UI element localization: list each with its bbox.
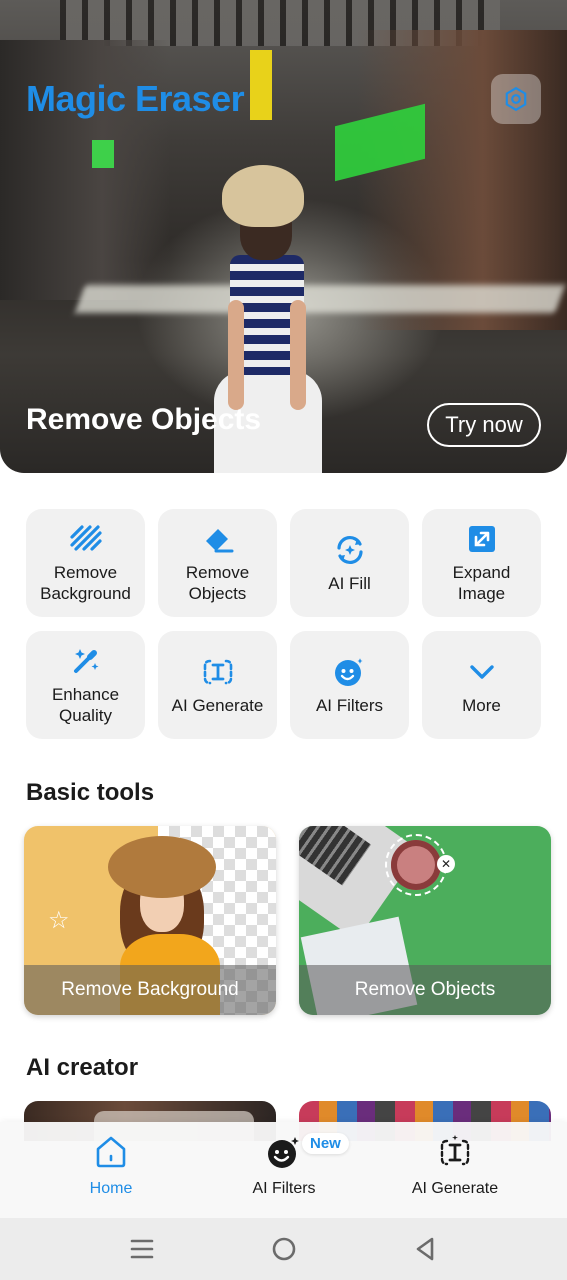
- hero-photo-light: [92, 140, 114, 168]
- nav-item-home[interactable]: Home: [36, 1122, 186, 1218]
- app-title: Magic Eraser: [26, 78, 245, 119]
- chevron-down-icon: [465, 655, 499, 689]
- tool-label: AI Filters: [315, 695, 384, 715]
- stripes-icon: [69, 522, 103, 556]
- bottom-navigation: Home AI Filters AI Generate: [0, 1122, 567, 1218]
- sparkle-icon: ☆: [48, 907, 70, 934]
- nav-label: Home: [89, 1180, 133, 1197]
- tool-remove-objects[interactable]: Remove Objects: [158, 509, 277, 617]
- tool-more[interactable]: More: [422, 631, 541, 739]
- home-icon: [91, 1132, 131, 1172]
- gear-icon: [505, 86, 527, 112]
- try-now-button[interactable]: Try now: [427, 403, 541, 447]
- tool-label: AI Fill: [328, 573, 371, 593]
- tool-label: Remove Objects: [185, 563, 250, 603]
- tool-expand-image[interactable]: Expand Image: [422, 509, 541, 617]
- back-icon[interactable]: [410, 1234, 440, 1264]
- hero-caption: Remove Objects: [26, 403, 262, 436]
- tool-label: More: [462, 695, 501, 715]
- tool-label: AI Generate: [171, 695, 264, 715]
- card-remove-background[interactable]: ☆ Remove Background: [24, 826, 276, 1015]
- section-title-ai-creator: AI creator: [26, 1054, 139, 1081]
- refresh-sparkle-icon: [333, 533, 367, 567]
- text-cursor-icon: [201, 655, 235, 689]
- hero-banner[interactable]: Magic Eraser Remove Objects Try now: [0, 0, 567, 473]
- nav-label: AI Generate: [411, 1180, 499, 1197]
- home-circle-icon[interactable]: [269, 1234, 299, 1264]
- system-navigation-bar: [0, 1218, 567, 1280]
- text-cursor-icon: [435, 1132, 475, 1172]
- tool-ai-fill[interactable]: AI Fill: [290, 509, 409, 617]
- tool-label: Remove Background: [40, 563, 131, 603]
- magic-wand-icon: [69, 644, 103, 678]
- eraser-icon: [201, 522, 235, 556]
- nav-label: AI Filters: [252, 1180, 316, 1197]
- tool-ai-generate[interactable]: AI Generate: [158, 631, 277, 739]
- hero-photo-person-arm: [228, 300, 244, 410]
- tool-label: Enhance Quality: [51, 685, 120, 725]
- hero-photo-sign: [250, 50, 272, 120]
- smiley-sparkle-icon: [333, 655, 367, 689]
- nav-item-ai-generate[interactable]: AI Generate: [380, 1122, 530, 1218]
- tool-label: Expand Image: [452, 563, 511, 603]
- close-icon: ✕: [437, 855, 455, 873]
- section-title-basic-tools: Basic tools: [26, 779, 155, 806]
- card-caption: Remove Objects: [299, 965, 551, 1015]
- tool-enhance-quality[interactable]: Enhance Quality: [26, 631, 145, 739]
- settings-button[interactable]: [491, 74, 541, 124]
- hero-photo-person-arm: [290, 300, 306, 410]
- hero-photo-floor-light: [74, 285, 566, 313]
- card-caption: Remove Background: [24, 965, 276, 1015]
- card-photo-hat: [108, 836, 216, 898]
- expand-image-icon: [465, 522, 499, 556]
- tool-ai-filters[interactable]: AI Filters: [290, 631, 409, 739]
- smiley-sparkle-icon: [264, 1132, 304, 1172]
- menu-icon[interactable]: [127, 1234, 157, 1264]
- tool-remove-background[interactable]: Remove Background: [26, 509, 145, 617]
- new-badge: New: [302, 1133, 349, 1154]
- hero-photo-person-hat: [222, 165, 304, 227]
- card-remove-objects[interactable]: ✕ Remove Objects: [299, 826, 551, 1015]
